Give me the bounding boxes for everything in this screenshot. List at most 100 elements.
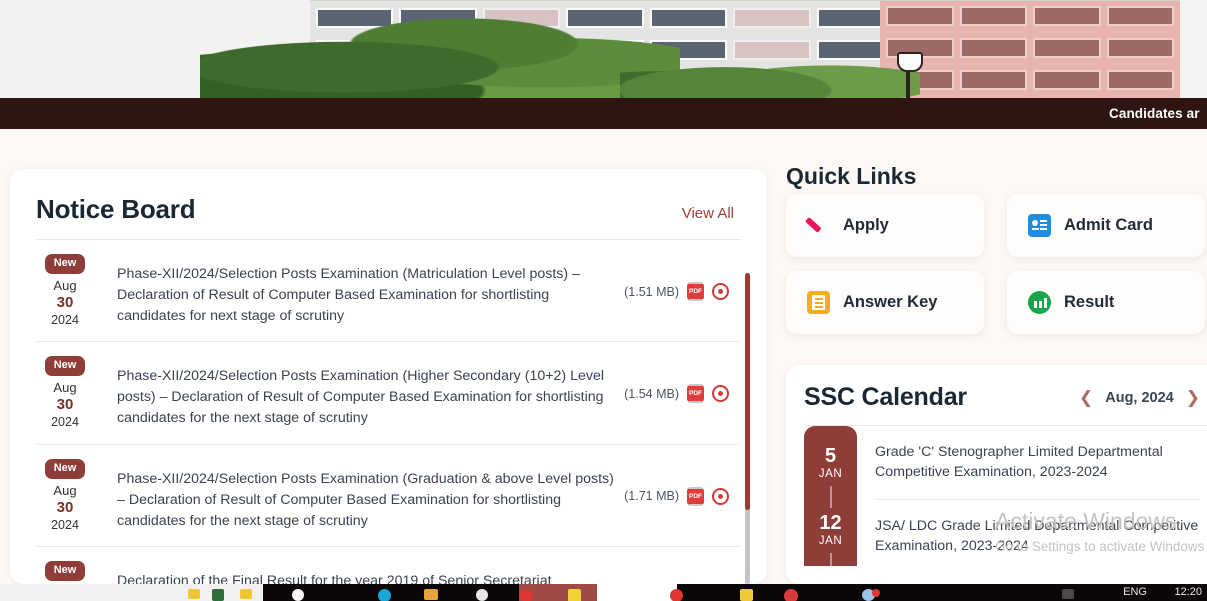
taskbar-icon[interactable]: [784, 589, 798, 601]
site-banner-image: [0, 0, 1207, 98]
taskbar-clock[interactable]: 12:20: [1174, 586, 1202, 598]
banner-window: [1033, 6, 1101, 26]
chevron-left-icon[interactable]: ❮: [1079, 389, 1093, 406]
ssc-calendar-nav: ❮ Aug, 2024 ❯: [1079, 389, 1200, 406]
notice-row[interactable]: New Aug 30 2024 Phase-XII/2024/Selection…: [36, 342, 741, 445]
windows-taskbar[interactable]: ENG 12:20: [0, 584, 1207, 601]
banner-window: [1033, 70, 1101, 90]
notice-meta: (1.51 MB) PDF: [624, 254, 741, 301]
ssc-calendar-event-list: Grade 'C' Stenographer Limited Departmen…: [875, 426, 1207, 573]
eye-icon[interactable]: [712, 283, 729, 300]
calendar-month: JAN: [818, 535, 843, 547]
ssc-calendar-date-strip: 5 JAN 12 JAN: [804, 426, 857, 567]
banner-window: [959, 6, 1027, 26]
notice-day: 30: [56, 498, 74, 516]
notice-board-card: Notice Board View All New Aug 30 2024 Ph…: [10, 169, 767, 584]
taskbar-language-indicator[interactable]: ENG: [1123, 586, 1147, 598]
notice-meta: (1.71 MB) PDF: [624, 459, 741, 506]
id-card-icon: [1028, 214, 1051, 237]
status-badge: New: [44, 458, 86, 479]
taskbar-icon[interactable]: [424, 589, 438, 600]
notice-file-size: (1.71 MB): [624, 489, 679, 504]
notice-day: 30: [56, 396, 74, 414]
taskbar-icon[interactable]: [240, 589, 252, 599]
notice-board-header: Notice Board View All: [10, 169, 767, 239]
divider: [829, 486, 832, 508]
banner-window: [733, 8, 811, 28]
banner-window: [1106, 38, 1174, 58]
taskbar-icon[interactable]: [670, 589, 683, 601]
notice-file-size: (1.51 MB): [624, 284, 679, 299]
ssc-calendar-header: SSC Calendar ❮ Aug, 2024 ❯: [786, 365, 1207, 425]
ssc-calendar-body: 5 JAN 12 JAN Grade 'C' Stenographer Limi…: [786, 426, 1207, 573]
notice-title[interactable]: Phase-XII/2024/Selection Posts Examinati…: [94, 254, 624, 327]
taskbar-icon[interactable]: [568, 589, 581, 601]
quick-link-apply[interactable]: Apply: [786, 194, 984, 257]
notice-row[interactable]: New Aug 30 Declaration of the Final Resu…: [36, 547, 741, 584]
notice-date: New Aug 30 2024: [36, 254, 94, 328]
banner-tree-icon: [200, 12, 680, 98]
banner-window: [1106, 70, 1174, 90]
taskbar-icon[interactable]: [520, 589, 533, 601]
taskbar-icon[interactable]: [1062, 589, 1074, 599]
banner-window: [959, 38, 1027, 58]
page-content: Notice Board View All New Aug 30 2024 Ph…: [0, 129, 1207, 584]
news-ticker-bar[interactable]: Candidates ar: [0, 98, 1207, 129]
notice-meta: (516.00 KB) PDF: [612, 561, 741, 584]
eye-icon[interactable]: [712, 487, 729, 505]
status-badge: New: [44, 356, 86, 377]
banner-window: [886, 6, 954, 26]
quick-link-admit-card[interactable]: Admit Card: [1007, 194, 1205, 257]
notice-day: 30: [56, 294, 74, 311]
taskbar-icon[interactable]: [212, 589, 224, 601]
document-icon: [807, 291, 830, 314]
taskbar-icon[interactable]: [292, 589, 304, 601]
quick-links-grid: Apply Admit Card Answer Key Result: [786, 194, 1207, 334]
notice-row[interactable]: New Aug 30 2024 Phase-XII/2024/Selection…: [36, 445, 741, 548]
ssc-calendar-title: SSC Calendar: [804, 383, 967, 411]
pdf-icon[interactable]: PDF: [687, 282, 704, 301]
taskbar-icon[interactable]: [476, 589, 488, 601]
taskbar-icon[interactable]: [188, 589, 200, 599]
calendar-event[interactable]: Grade 'C' Stenographer Limited Departmen…: [875, 426, 1200, 499]
pdf-icon[interactable]: PDF: [687, 384, 704, 404]
notice-title[interactable]: Declaration of the Final Result for the …: [94, 561, 612, 584]
pencil-icon: [807, 214, 830, 237]
banner-window: [1033, 38, 1101, 58]
calendar-month: JAN: [818, 468, 843, 480]
banner-window: [1106, 6, 1174, 26]
notice-board-view-all-link[interactable]: View All: [682, 205, 734, 222]
notice-date: New Aug 30 2024: [36, 458, 94, 533]
calendar-event[interactable]: JSA/ LDC Grade Limited Departmental Comp…: [875, 499, 1200, 573]
pdf-icon[interactable]: PDF: [687, 486, 704, 506]
taskbar-icon[interactable]: [625, 589, 638, 601]
notice-month: Aug: [53, 277, 77, 293]
calendar-day: 12: [819, 512, 842, 534]
notice-date: New Aug 30: [36, 561, 94, 584]
notice-meta: (1.54 MB) PDF: [624, 356, 741, 404]
quick-link-answer-key[interactable]: Answer Key: [786, 271, 984, 334]
banner-building-pink: [880, 0, 1180, 98]
quick-links-title: Quick Links: [786, 163, 917, 189]
page-title: Notice Board: [36, 194, 196, 224]
chevron-right-icon[interactable]: ❯: [1186, 389, 1200, 406]
notice-title[interactable]: Phase-XII/2024/Selection Posts Examinati…: [94, 459, 624, 532]
taskbar-icon[interactable]: [740, 589, 753, 601]
divider: [829, 553, 832, 567]
eye-icon[interactable]: [712, 385, 729, 403]
taskbar-icon[interactable]: [378, 589, 391, 601]
banner-lamp-post-icon: [895, 52, 923, 98]
notice-year: 2024: [51, 312, 79, 327]
ssc-calendar-month-label: Aug, 2024: [1105, 389, 1174, 406]
calendar-day: 5: [824, 445, 837, 467]
status-badge: New: [44, 254, 86, 274]
banner-tree-icon: [620, 48, 920, 98]
notice-row[interactable]: New Aug 30 2024 Phase-XII/2024/Selection…: [36, 240, 741, 343]
notice-board-scrollbar-thumb[interactable]: [745, 273, 750, 510]
notice-year: 2024: [51, 415, 79, 430]
quick-link-result[interactable]: Result: [1007, 271, 1205, 334]
notice-file-size: (1.54 MB): [624, 386, 679, 401]
notice-board-scrollbar[interactable]: [745, 273, 750, 584]
notice-title[interactable]: Phase-XII/2024/Selection Posts Examinati…: [94, 356, 624, 429]
banner-window: [959, 70, 1027, 90]
